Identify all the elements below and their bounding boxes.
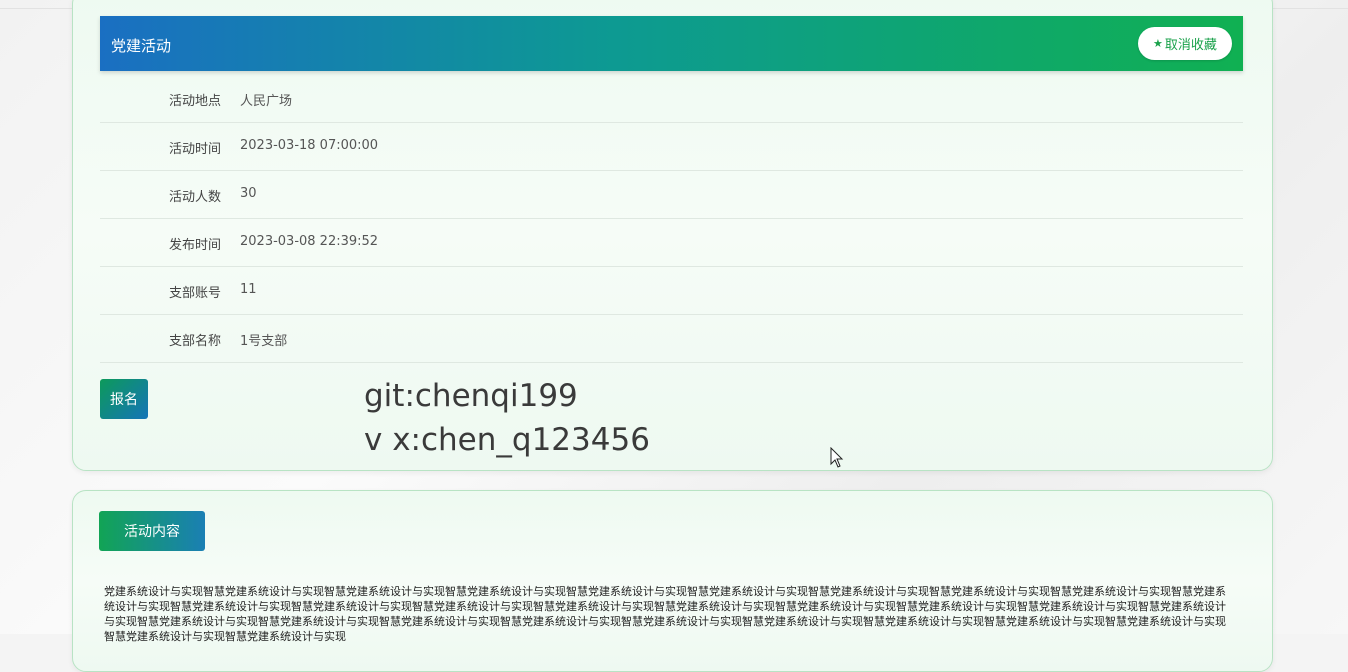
detail-row-time: 活动时间 2023-03-18 07:00:00 [100, 122, 1243, 171]
watermark-line: git:chenqi199 [364, 378, 578, 414]
detail-header: 党建活动 ★ 取消收藏 [100, 16, 1243, 71]
detail-label: 活动地点 [168, 94, 221, 109]
detail-label: 支部名称 [168, 334, 221, 349]
detail-label: 发布时间 [168, 238, 221, 253]
detail-value: 30 [240, 186, 257, 201]
detail-label: 活动人数 [168, 190, 221, 205]
signup-button[interactable]: 报名 [100, 379, 148, 419]
detail-value: 11 [240, 282, 257, 297]
detail-row-location: 活动地点 人民广场 [100, 74, 1243, 123]
detail-row-branch-name: 支部名称 1号支部 [100, 314, 1243, 363]
content-tab[interactable]: 活动内容 [99, 511, 205, 551]
watermark-line: v x:chen_q123456 [364, 422, 650, 458]
detail-row-publish-time: 发布时间 2023-03-08 22:39:52 [100, 218, 1243, 267]
unfavorite-label: 取消收藏 [1164, 38, 1217, 53]
page-title: 党建活动 [111, 37, 172, 55]
detail-label: 支部账号 [168, 286, 221, 301]
detail-label: 活动时间 [168, 142, 221, 157]
detail-value: 1号支部 [240, 334, 288, 349]
detail-row-branch-account: 支部账号 11 [100, 266, 1243, 315]
detail-value: 人民广场 [240, 94, 293, 109]
detail-value: 2023-03-08 22:39:52 [240, 234, 379, 249]
content-body: 党建系统设计与实现智慧党建系统设计与实现智慧党建系统设计与实现智慧党建系统设计与… [104, 585, 1226, 643]
star-icon: ★ [1153, 37, 1163, 50]
detail-row-count: 活动人数 30 [100, 170, 1243, 219]
unfavorite-button[interactable]: ★ 取消收藏 [1138, 27, 1232, 60]
mouse-cursor-icon [830, 447, 844, 468]
activity-content-card [72, 490, 1273, 672]
detail-value: 2023-03-18 07:00:00 [240, 138, 379, 153]
